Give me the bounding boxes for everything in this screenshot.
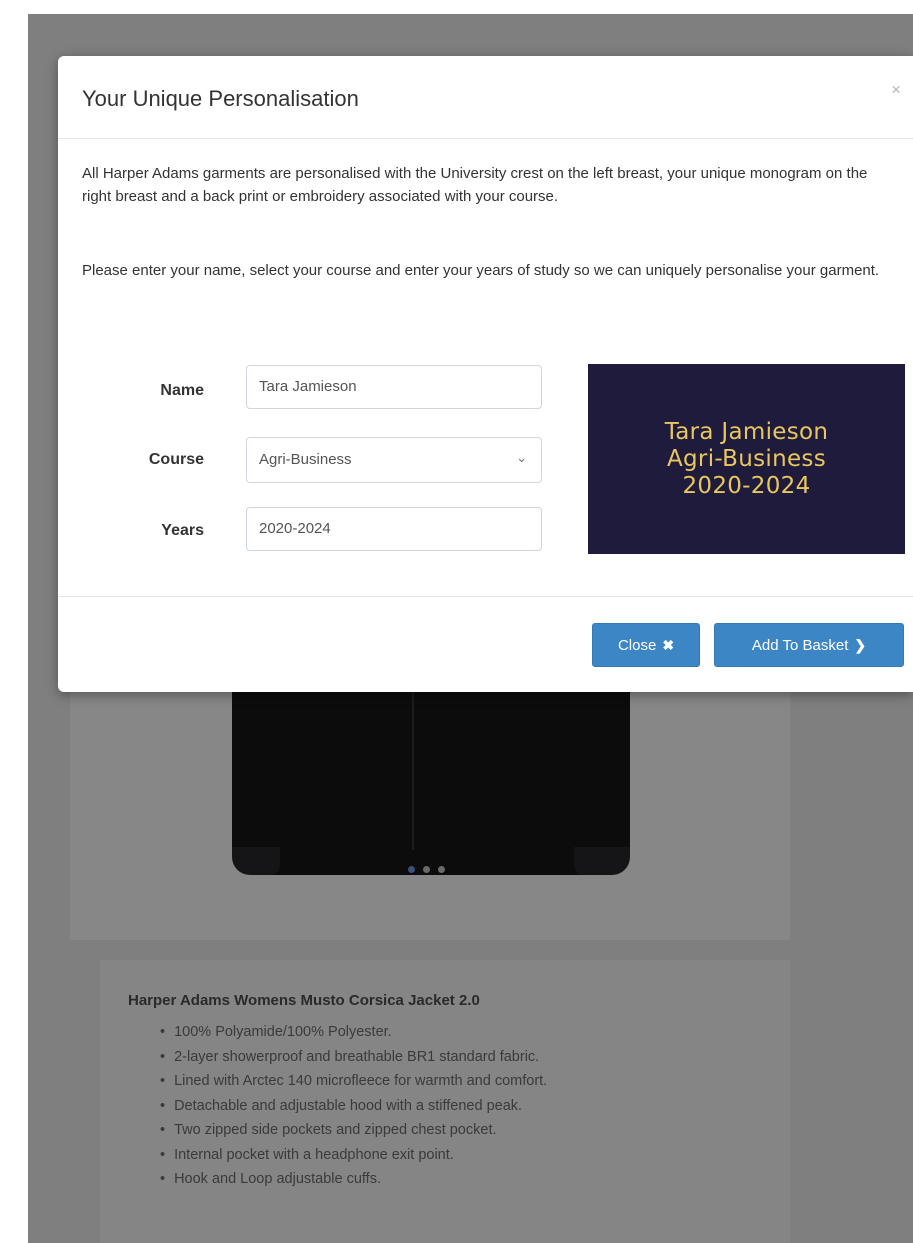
jacket-zip-seam: [412, 690, 414, 850]
feature-item: 2-layer showerproof and breathable BR1 s…: [160, 1045, 547, 1070]
close-button[interactable]: Close ✖: [592, 623, 700, 667]
chevron-right-icon: ❯: [854, 636, 867, 653]
close-x-icon: ✖: [662, 636, 675, 653]
chevron-down-icon: ⌄: [516, 450, 527, 465]
feature-item: Detachable and adjustable hood with a st…: [160, 1094, 547, 1119]
add-to-basket-label: Add To Basket: [751, 636, 849, 654]
name-input[interactable]: Tara Jamieson: [246, 365, 542, 409]
add-to-basket-button[interactable]: Add To Basket ❯: [714, 623, 904, 667]
jacket-right-cuff: [574, 847, 630, 875]
course-select[interactable]: Agri-Business ⌄: [246, 437, 542, 483]
modal-instructions-text: Please enter your name, select your cour…: [82, 262, 880, 279]
feature-item: Two zipped side pockets and zipped chest…: [160, 1118, 547, 1143]
close-button-label: Close: [617, 636, 657, 654]
feature-item: Hook and Loop adjustable cuffs.: [160, 1167, 547, 1192]
course-select-value: Agri-Business: [259, 451, 352, 468]
carousel-dot-1[interactable]: [408, 866, 415, 873]
modal-header: Your Unique Personalisation ×: [58, 56, 913, 139]
years-label: Years: [161, 522, 204, 539]
preview-course-line: Agri-Business: [667, 445, 826, 472]
modal-footer: Close ✖ Add To Basket ❯: [58, 596, 913, 693]
jacket-left-cuff: [232, 847, 280, 875]
product-title: Harper Adams Womens Musto Corsica Jacket…: [128, 992, 480, 1009]
feature-item: 100% Polyamide/100% Polyester.: [160, 1020, 547, 1045]
name-label: Name: [160, 382, 204, 399]
feature-item: Internal pocket with a headphone exit po…: [160, 1143, 547, 1168]
monogram-preview: Tara Jamieson Agri-Business 2020-2024: [588, 364, 905, 554]
carousel-dot-2[interactable]: [423, 866, 430, 873]
course-label: Course: [148, 451, 204, 468]
feature-item: Lined with Arctec 140 microfleece for wa…: [160, 1069, 547, 1094]
modal-title: Your Unique Personalisation: [82, 86, 359, 111]
personalisation-modal: Your Unique Personalisation × All Harper…: [58, 56, 913, 692]
close-icon[interactable]: ×: [891, 80, 901, 100]
preview-years-line: 2020-2024: [682, 472, 811, 499]
jacket-product-image: [232, 690, 630, 875]
modal-intro-text: All Harper Adams garments are personalis…: [82, 165, 868, 205]
preview-name-line: Tara Jamieson: [664, 418, 829, 445]
years-input[interactable]: 2020-2024: [246, 507, 542, 551]
carousel-dot-3[interactable]: [438, 866, 445, 873]
image-carousel-dots: [408, 866, 445, 873]
product-features-list: 100% Polyamide/100% Polyester. 2-layer s…: [160, 1020, 547, 1192]
